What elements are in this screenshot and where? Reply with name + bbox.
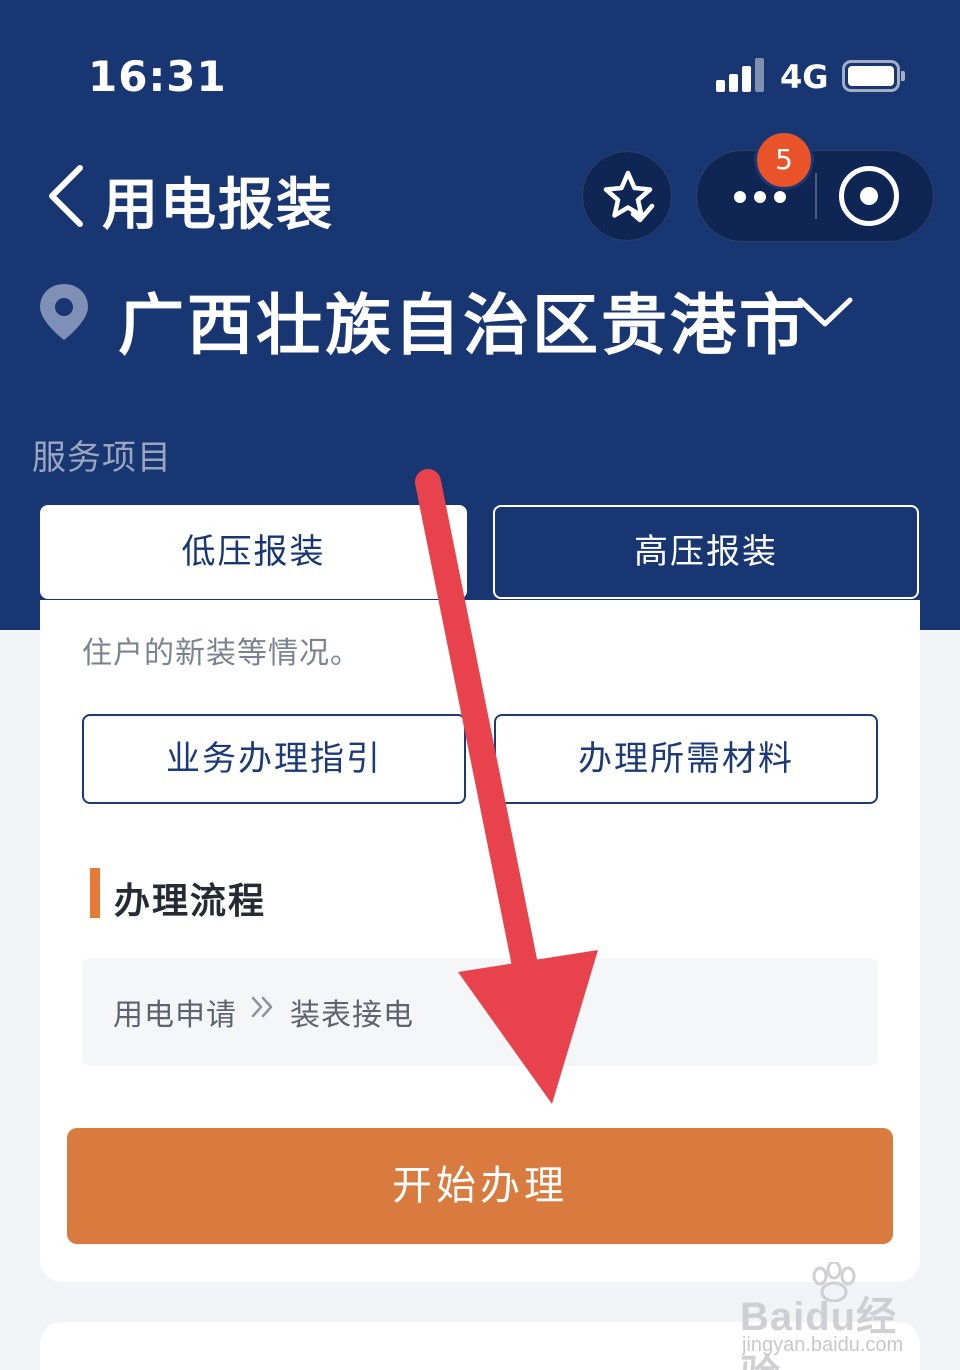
location-dropdown[interactable] [794,290,856,334]
battery-icon [842,60,905,92]
page: 16:31 4G 用电报装 5 广西壮族自治区贵港市 服务项目 低压报装 高压报… [0,0,960,1370]
watermark-url: jingyan.baidu.com [742,1334,904,1356]
favorite-button[interactable] [582,151,672,241]
location-pin-icon [40,284,88,340]
process-heading-marker [90,868,100,918]
double-chevron-right-icon [251,996,273,1018]
process-heading: 办理流程 [114,881,267,922]
start-apply-button[interactable]: 开始办理 [67,1128,893,1244]
network-type: 4G [780,58,829,96]
process-step-2: 装表接电 [290,998,414,1033]
page-title: 用电报装 [102,173,334,238]
required-materials-button[interactable]: 办理所需材料 [494,714,878,804]
section-label-services: 服务项目 [32,438,172,478]
menu-capsule [696,150,934,242]
tab-low-voltage[interactable]: 低压报装 [40,505,467,599]
notification-badge: 5 [754,130,814,190]
location-text[interactable]: 广西壮族自治区贵港市 [118,272,808,368]
process-step-1: 用电申请 [113,998,237,1033]
signal-strength-icon [716,58,768,92]
business-guide-button[interactable]: 业务办理指引 [82,714,466,804]
status-time: 16:31 [88,52,227,101]
service-description: 住户的新装等情况。 [82,636,361,671]
tab-high-voltage[interactable]: 高压报装 [493,505,919,599]
close-miniprogram-button[interactable] [817,151,933,241]
watermark-brand: Baidu经验 [740,1295,898,1370]
baidu-watermark: Baidu经验 jingyan.baidu.com [732,1262,932,1370]
star-check-icon [603,170,655,223]
chevron-left-icon [49,165,83,227]
chevron-down-icon [797,297,853,327]
back-button[interactable] [40,160,100,230]
